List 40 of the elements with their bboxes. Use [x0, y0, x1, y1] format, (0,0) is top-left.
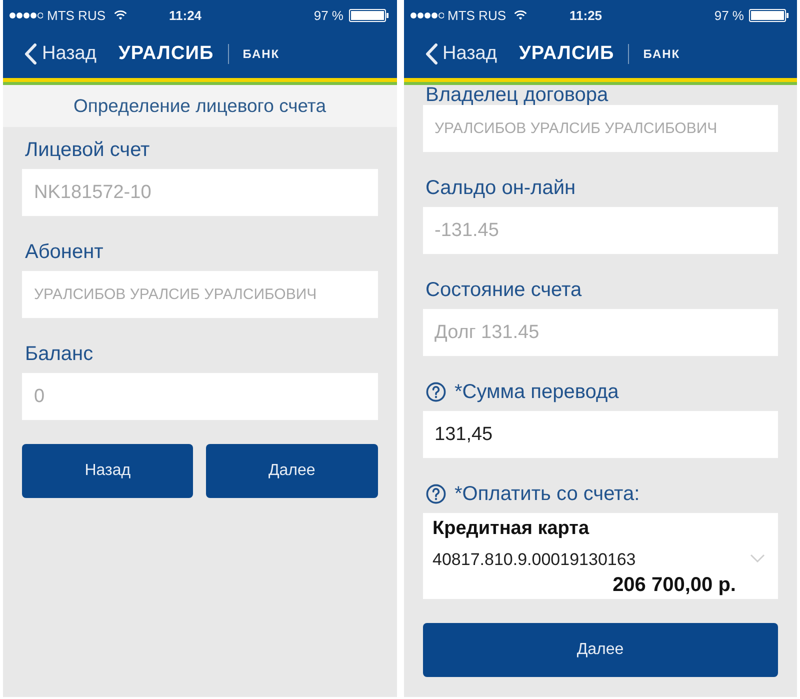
signal-icon: [9, 12, 43, 18]
battery-percent: 97 %: [314, 8, 344, 22]
chevron-left-icon: [24, 43, 37, 65]
account-number: 40817.810.9.00019130163: [432, 550, 636, 570]
bank-logo: УРАЛСИБ: [518, 43, 614, 65]
carrier-name: MTS RUS: [448, 8, 506, 22]
help-icon[interactable]: [426, 484, 446, 504]
account-select[interactable]: Кредитная карта 40817.810.9.00019130163 206 700,00 р.: [422, 513, 778, 599]
action-button[interactable]: Далее: [422, 623, 778, 677]
field-label: Владелец договора: [426, 84, 608, 104]
field-label: *Сумма перевода: [454, 382, 619, 402]
wifi-icon: [514, 10, 527, 20]
back-button[interactable]: Назад: [424, 43, 497, 65]
back-button[interactable]: Назад: [24, 43, 96, 65]
battery-percent: 97 %: [714, 8, 744, 22]
carrier-name: MTS RUS: [47, 8, 106, 22]
field-label: Состояние счета: [426, 280, 582, 300]
field-label: Лицевой счет: [25, 140, 150, 160]
help-icon[interactable]: [426, 382, 446, 402]
field-label: Сальдо он-лайн: [426, 178, 576, 198]
section-title: Определение лицевого счета: [3, 85, 396, 127]
logo-suffix: БАНК: [643, 47, 680, 61]
field-label: Баланс: [25, 344, 94, 364]
chevron-down-icon: [750, 554, 765, 562]
battery-icon: [348, 8, 388, 22]
bank-logo: УРАЛСИБ: [118, 43, 214, 65]
account-name: Кредитная карта: [432, 517, 590, 541]
chevron-left-icon: [424, 43, 438, 65]
signal-icon: [410, 12, 444, 18]
logo-suffix: БАНК: [242, 47, 280, 61]
status-time: 11:24: [169, 8, 202, 22]
wifi-icon: [114, 10, 126, 20]
action-button[interactable]: Назад: [22, 444, 194, 498]
battery-icon: [749, 8, 789, 22]
field-label: Абонент: [25, 242, 104, 262]
action-button[interactable]: Далее: [206, 444, 378, 498]
input-field[interactable]: 131,45: [422, 411, 778, 458]
status-time: 11:25: [570, 8, 602, 22]
account-balance: 206 700,00 р.: [612, 573, 736, 597]
field-label: *Оплатить со счета:: [454, 484, 640, 504]
